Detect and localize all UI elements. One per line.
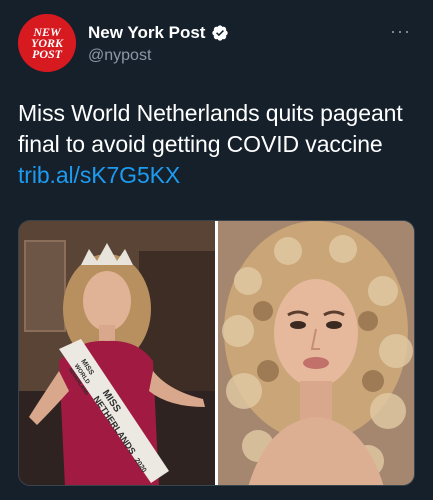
- photo-pageant-sash[interactable]: MISS WORLD NEDERLAND MISS NETHERLANDS 20…: [19, 221, 215, 485]
- tweet-text: Miss World Netherlands quits pageant fin…: [18, 98, 423, 191]
- tweet-header: NEW YORK POST New York Post @nypost ···: [18, 14, 415, 78]
- tweet[interactable]: NEW YORK POST New York Post @nypost ··· …: [0, 0, 433, 500]
- display-name-row: New York Post: [88, 22, 229, 44]
- account-handle[interactable]: @nypost: [88, 47, 229, 65]
- tweet-media[interactable]: MISS WORLD NEDERLAND MISS NETHERLANDS 20…: [18, 220, 415, 486]
- more-options-icon[interactable]: ···: [390, 22, 411, 40]
- logo-word-3: POST: [32, 47, 63, 61]
- tweet-body-text: Miss World Netherlands quits pageant fin…: [18, 100, 403, 157]
- pageant-photo-illustration: MISS WORLD NEDERLAND MISS NETHERLANDS 20…: [19, 221, 215, 485]
- ny-post-logo: NEW YORK POST: [18, 14, 76, 72]
- tweet-link[interactable]: trib.al/sK7G5KX: [18, 162, 180, 188]
- portrait-photo-illustration: [218, 221, 414, 485]
- account-names: New York Post @nypost: [88, 22, 229, 65]
- display-name[interactable]: New York Post: [88, 23, 205, 43]
- verified-badge-icon: [211, 24, 229, 42]
- avatar[interactable]: NEW YORK POST: [18, 14, 76, 72]
- photo-portrait[interactable]: [218, 221, 414, 485]
